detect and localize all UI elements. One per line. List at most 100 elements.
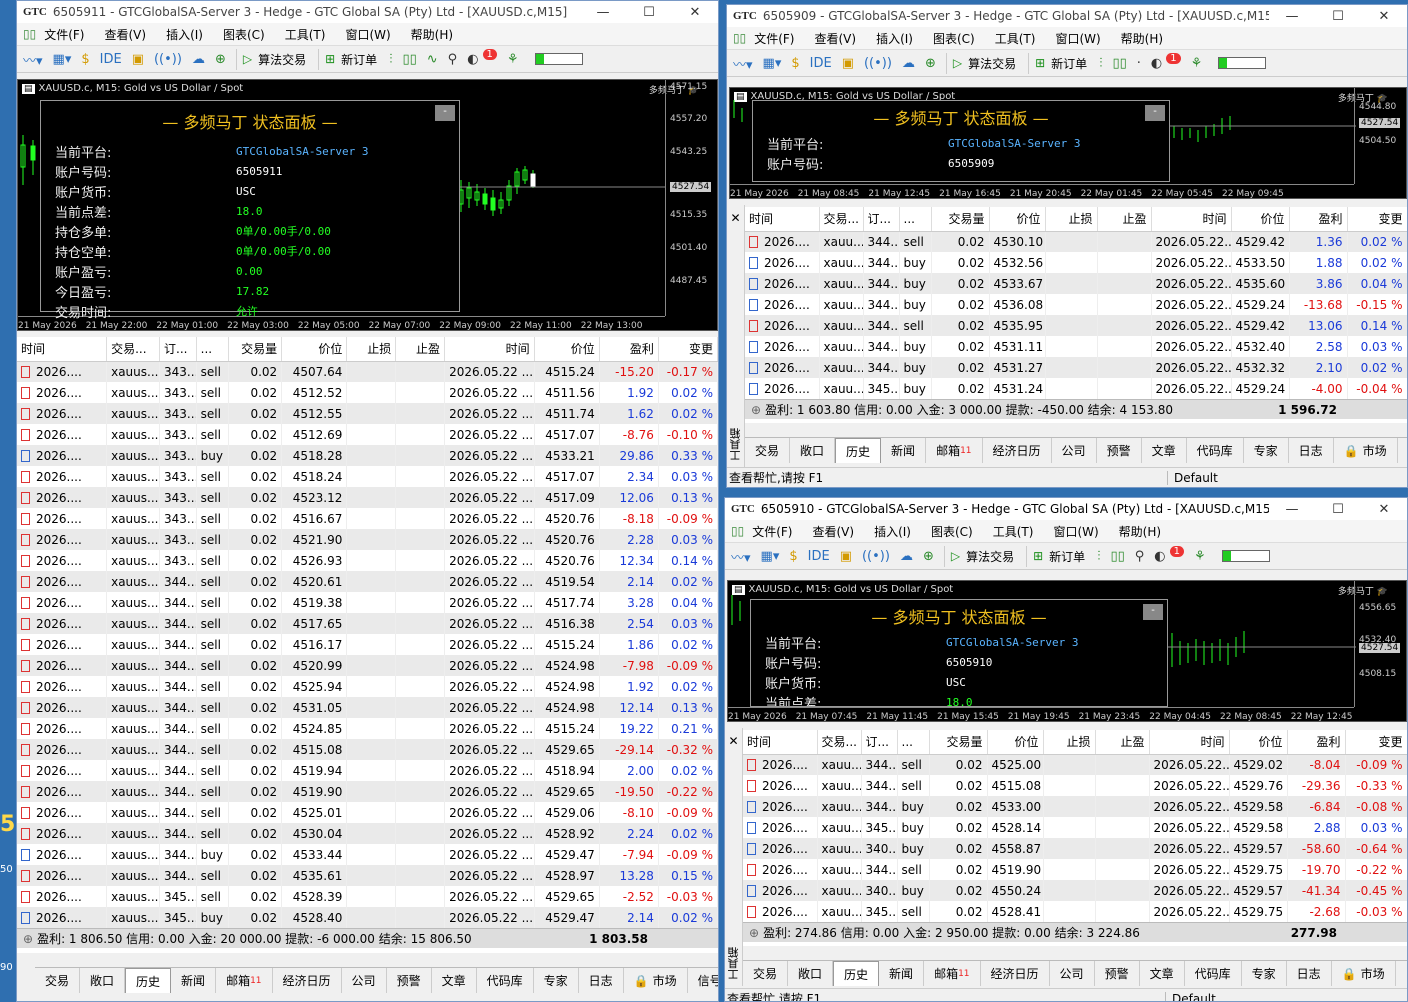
- maximize-button[interactable]: ☐: [1315, 502, 1361, 517]
- level-icon[interactable]: ⚘: [1194, 549, 1206, 564]
- tab-4[interactable]: 邮箱 11: [926, 438, 983, 463]
- algo-trading-button[interactable]: ▷ 算法交易: [235, 48, 312, 70]
- table-row[interactable]: 2026.... xauu... 344... sell 0.02 4530.10 2026…: [745, 231, 1407, 252]
- menu-help[interactable]: 帮助(H): [1121, 30, 1163, 47]
- tab-12[interactable]: 🔒 市场: [1334, 438, 1398, 463]
- table-row[interactable]: 2026.... xauus... 344... sell 0.02 4524.85 202…: [17, 718, 718, 739]
- tab-4[interactable]: 邮箱 11: [924, 961, 981, 986]
- table-row[interactable]: 2026.... xauus... 344... sell 0.02 4517.65 202…: [17, 613, 718, 634]
- menu-window[interactable]: 窗口(W): [1053, 523, 1098, 540]
- table-row[interactable]: 2026.... xauu... 344... buy 0.02 4533.00 2026.…: [743, 796, 1407, 817]
- history-grid[interactable]: 时间 交易... 订...... 交易量 价位 止损 止盈 时间 价位 盈利 变更 2026....…: [743, 730, 1407, 946]
- tab-2[interactable]: 历史: [833, 961, 880, 986]
- column-header[interactable]: 盈利: [599, 337, 659, 362]
- ide-button[interactable]: IDE: [100, 52, 122, 67]
- menu-window[interactable]: 窗口(W): [1055, 30, 1100, 47]
- column-header[interactable]: 价位: [987, 730, 1044, 755]
- signal-icon[interactable]: ((•)): [154, 52, 182, 67]
- tab-9[interactable]: 代码库: [1187, 438, 1244, 463]
- candle-chart-icon[interactable]: ▯▯: [1110, 549, 1124, 564]
- column-header[interactable]: 交易量: [929, 730, 988, 755]
- close-button[interactable]: ✕: [1361, 9, 1407, 24]
- bar-chart-icon[interactable]: ⫶: [389, 52, 392, 67]
- tab-5[interactable]: 经济日历: [273, 968, 342, 993]
- table-row[interactable]: 2026.... xauus... 343... sell 0.02 4512.52 202…: [17, 382, 718, 403]
- tab-8[interactable]: 文章: [1140, 961, 1185, 986]
- table-row[interactable]: 2026.... xauus... 345... buy 0.02 4528.40 2026…: [17, 907, 718, 928]
- maximize-button[interactable]: ☐: [626, 5, 672, 20]
- tab-12[interactable]: 🔒 市场: [624, 968, 688, 993]
- close-toolbox-icon[interactable]: ✕: [727, 211, 744, 225]
- table-row[interactable]: 2026.... xauus... 344... buy 0.02 4533.44 2026…: [17, 844, 718, 865]
- table-row[interactable]: 2026.... xauus... 344... sell 0.02 4519.38 202…: [17, 592, 718, 613]
- table-row[interactable]: 2026.... xauus... 344... sell 0.02 4520.99 202…: [17, 655, 718, 676]
- menu-help[interactable]: 帮助(H): [411, 26, 453, 43]
- menu-help[interactable]: 帮助(H): [1119, 523, 1161, 540]
- ide-button[interactable]: IDE: [808, 549, 830, 564]
- tab-7[interactable]: 预警: [1095, 961, 1140, 986]
- bar-chart-icon[interactable]: ⫶: [1099, 56, 1102, 71]
- table-row[interactable]: 2026.... xauus... 343... sell 0.02 4518.24 202…: [17, 466, 718, 487]
- notification-icon[interactable]: ◐: [1154, 549, 1165, 564]
- table-row[interactable]: 2026.... xauu... 340... buy 0.02 4558.87 2026.…: [743, 838, 1407, 859]
- search-icon[interactable]: ⚲: [1135, 549, 1145, 564]
- column-header[interactable]: 价位: [989, 207, 1046, 232]
- column-header[interactable]: 价位: [281, 337, 348, 362]
- menu-insert[interactable]: 插入(I): [166, 26, 203, 43]
- table-row[interactable]: 2026.... xauu... 344... sell 0.02 4525.00 2026…: [743, 754, 1407, 775]
- column-header[interactable]: 交易量: [228, 337, 283, 362]
- line-icon[interactable]: ∿: [427, 52, 438, 67]
- menu-window[interactable]: 窗口(W): [345, 26, 390, 43]
- tab-signals[interactable]: 信号: [688, 968, 718, 993]
- close-button[interactable]: ✕: [672, 5, 718, 20]
- table-row[interactable]: 2026.... xauus... 344... sell 0.02 4530.04 202…: [17, 823, 718, 844]
- cloud-icon[interactable]: ☁: [192, 52, 205, 67]
- briefcase-icon[interactable]: ▣: [840, 549, 852, 564]
- menu-charts[interactable]: 图表(C): [933, 30, 975, 47]
- ide-button[interactable]: IDE: [810, 56, 832, 71]
- table-row[interactable]: 2026.... xauu... 344... buy 0.02 4533.67 2026.…: [745, 273, 1407, 294]
- tab-7[interactable]: 预警: [387, 968, 432, 993]
- tab-3[interactable]: 新闻: [881, 438, 927, 463]
- tab-2[interactable]: 历史: [835, 438, 882, 463]
- title-bar[interactable]: GTC 6505909 - GTCGlobalSA-Server 3 - Hed…: [727, 5, 1407, 27]
- table-row[interactable]: 2026.... xauus... 343... sell 0.02 4512.55 202…: [17, 403, 718, 424]
- app-menu-icon[interactable]: ▯▯: [23, 27, 36, 41]
- column-header[interactable]: 价位: [534, 337, 600, 362]
- table-row[interactable]: 2026.... xauus... 343... sell 0.02 4526.93 202…: [17, 550, 718, 571]
- search-icon[interactable]: ⚲: [448, 52, 458, 67]
- table-row[interactable]: 2026.... xauus... 344... sell 0.02 4516.17 202…: [17, 634, 718, 655]
- table-row[interactable]: 2026.... xauus... 343... sell 0.02 4521.90 202…: [17, 529, 718, 550]
- tab-0[interactable]: 交易: [745, 438, 791, 463]
- column-header[interactable]: 变更: [1345, 730, 1407, 755]
- column-header[interactable]: 盈利: [1289, 207, 1348, 232]
- table-row[interactable]: 2026.... xauus... 344... sell 0.02 4531.05 202…: [17, 697, 718, 718]
- price-chart[interactable]: ▤ XAUUSD.c, M15: Gold vs US Dollar / Spot…: [729, 87, 1407, 199]
- line-chart-icon[interactable]: 〰▾: [23, 50, 43, 69]
- table-row[interactable]: 2026.... xauu... 345... sell 0.02 4528.41 2026…: [743, 901, 1407, 922]
- column-header[interactable]: 交易...: [819, 207, 864, 232]
- tab-10[interactable]: 专家: [1242, 961, 1287, 986]
- tab-9[interactable]: 代码库: [477, 968, 534, 993]
- level-icon[interactable]: ⚘: [507, 52, 519, 67]
- chart-template-icon[interactable]: ▦▾: [53, 52, 72, 67]
- column-header[interactable]: 止损: [1043, 730, 1096, 755]
- candle-chart-icon[interactable]: ▯▯: [402, 52, 416, 67]
- column-header[interactable]: 时间: [745, 207, 820, 232]
- expand-icon[interactable]: ⊕: [749, 926, 759, 940]
- table-row[interactable]: 2026.... xauu... 344... buy 0.02 4531.27 2026.…: [745, 357, 1407, 378]
- menu-file[interactable]: 文件(F): [752, 523, 792, 540]
- tab-4[interactable]: 邮箱 11: [216, 968, 273, 993]
- new-order-button[interactable]: ⊞ 新订单: [318, 48, 383, 70]
- column-header[interactable]: 订...: [863, 207, 900, 232]
- tab-10[interactable]: 专家: [1244, 438, 1289, 463]
- new-order-button[interactable]: ⊞ 新订单: [1026, 545, 1091, 567]
- column-header[interactable]: 交易...: [817, 730, 862, 755]
- table-row[interactable]: 2026.... xauus... 344... sell 0.02 4525.01 202…: [17, 802, 718, 823]
- column-header[interactable]: 时间: [444, 337, 535, 362]
- menu-insert[interactable]: 插入(I): [876, 30, 913, 47]
- line-chart-icon[interactable]: 〰▾: [731, 547, 751, 566]
- table-row[interactable]: 2026.... xauu... 345... buy 0.02 4528.14 2026.…: [743, 817, 1407, 838]
- expand-icon[interactable]: ⊕: [751, 403, 761, 417]
- algo-trading-button[interactable]: ▷ 算法交易: [943, 545, 1020, 567]
